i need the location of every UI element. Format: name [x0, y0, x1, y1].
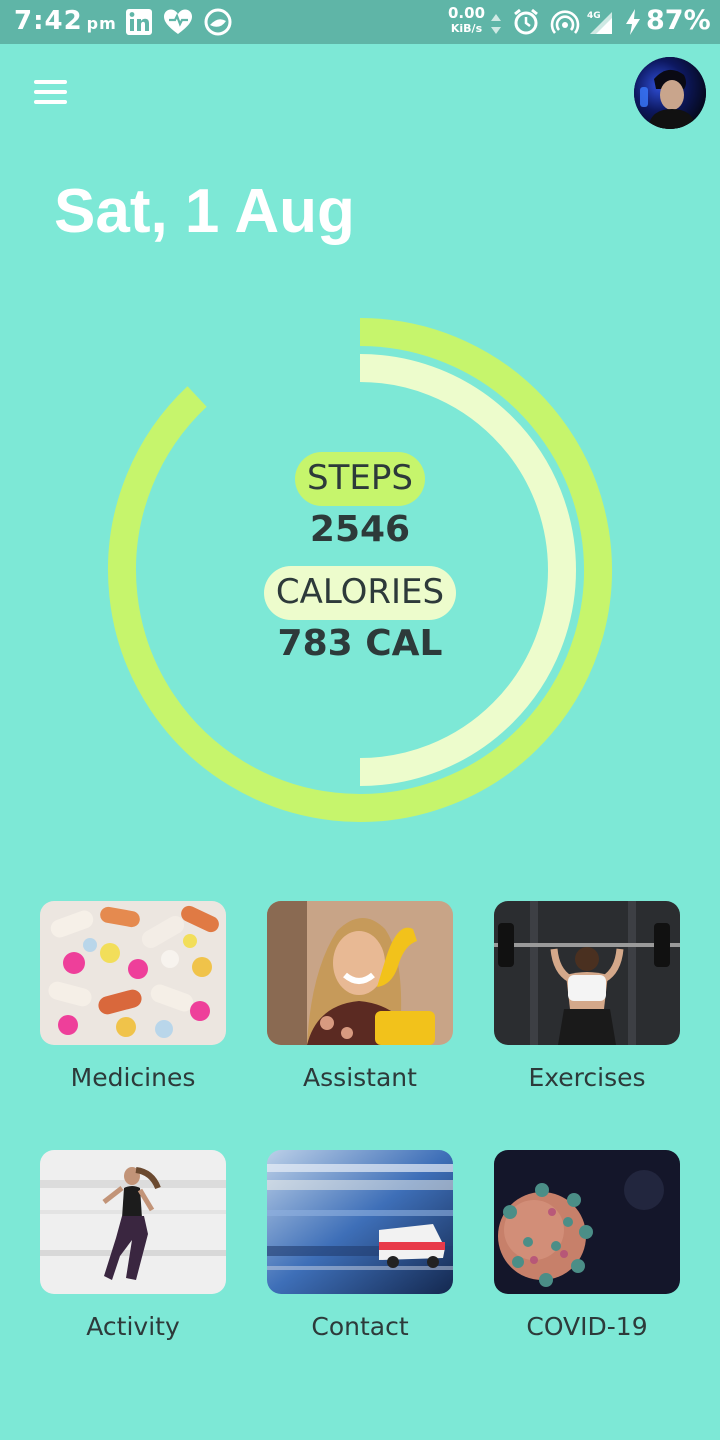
status-bar: 7:42 pm 0.00 KiB/s 4G 87% [0, 0, 720, 44]
calories-label: CALORIES [263, 566, 457, 620]
clock-time: 7:42 [14, 6, 83, 36]
hotspot-icon [550, 10, 580, 34]
hamburger-menu-icon[interactable] [34, 80, 68, 108]
battery-level: 87% [646, 5, 711, 36]
network-speed: 0.00 KiB/s [448, 6, 485, 36]
tile-exercises[interactable]: Exercises [494, 901, 680, 1092]
arrows-icon [491, 14, 501, 34]
tile-label: COVID-19 [526, 1312, 648, 1341]
signal-icon: 4G [587, 11, 612, 34]
tile-medicines[interactable]: Medicines [40, 901, 226, 1092]
network-speed-value: 0.00 [448, 4, 486, 22]
clock: 7:42 pm [14, 6, 117, 36]
steps-label: STEPS [295, 452, 425, 506]
assistant-image [267, 901, 453, 1045]
ring-summary: STEPS 2546 CALORIES 783 CAL [0, 452, 720, 666]
steps-value: 2546 [309, 509, 411, 550]
charging-icon [626, 9, 640, 35]
activity-image [40, 1150, 226, 1294]
tile-assistant[interactable]: Assistant [267, 901, 453, 1092]
network-speed-unit: KiB/s [450, 22, 483, 35]
calories-value: 783 CAL [277, 623, 443, 664]
tile-label: Exercises [528, 1063, 646, 1092]
app-icon [204, 8, 232, 36]
tile-contact[interactable]: Contact [267, 1150, 453, 1341]
user-avatar[interactable] [634, 57, 706, 129]
clock-ampm: pm [86, 14, 117, 33]
date-title: Sat, 1 Aug [54, 177, 355, 246]
tile-covid[interactable]: COVID-19 [494, 1150, 680, 1341]
tile-label: Contact [311, 1312, 409, 1341]
tile-label: Medicines [70, 1063, 196, 1092]
tile-label: Activity [86, 1312, 180, 1341]
linkedin-icon [126, 9, 152, 35]
exercises-image [494, 901, 680, 1045]
network-type: 4G [587, 11, 601, 21]
tile-activity[interactable]: Activity [40, 1150, 226, 1341]
tile-label: Assistant [303, 1063, 417, 1092]
medicines-image [40, 901, 226, 1045]
heart-icon [164, 9, 192, 34]
alarm-icon [514, 8, 538, 35]
covid-image [494, 1150, 680, 1294]
contact-image [267, 1150, 453, 1294]
